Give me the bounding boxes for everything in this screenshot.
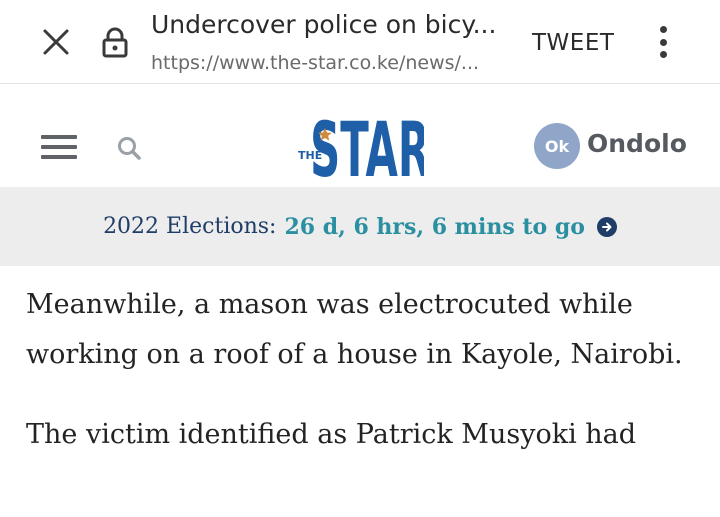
arrow-right-circle-icon[interactable] [596, 216, 617, 237]
logo-small-text: THE [298, 149, 322, 162]
elections-countdown-banner[interactable]: 2022 Elections: 26 d, 6 hrs, 6 mins to g… [0, 187, 720, 266]
page-title: Undercover police on bicy... [151, 10, 497, 39]
search-icon[interactable] [116, 135, 142, 161]
site-logo[interactable]: STAR THE [298, 107, 430, 195]
banner-label: 2022 Elections: [103, 214, 277, 239]
article-paragraph: Meanwhile, a mason was electrocuted whil… [26, 289, 683, 370]
close-icon[interactable] [38, 24, 74, 60]
avatar[interactable]: Ok [534, 123, 580, 169]
lock-icon [100, 26, 130, 58]
article-paragraph: The victim identified as Patrick Musyoki… [26, 419, 637, 450]
article-body: Meanwhile, a mason was electrocuted whil… [26, 280, 696, 490]
browser-tab-bar: Undercover police on bicy... https://www… [0, 0, 720, 84]
page-url[interactable]: https://www.the-star.co.ke/news/... [151, 52, 511, 74]
menu-icon[interactable] [41, 135, 77, 159]
tweet-button[interactable]: TWEET [532, 30, 614, 56]
username[interactable]: Ondolo [587, 129, 687, 158]
more-vert-icon[interactable] [650, 22, 676, 62]
site-header: STAR THE Ok Ondolo [0, 85, 720, 195]
logo-main-text: STAR [310, 107, 424, 185]
countdown-link[interactable]: 26 d, 6 hrs, 6 mins to go [284, 214, 584, 240]
